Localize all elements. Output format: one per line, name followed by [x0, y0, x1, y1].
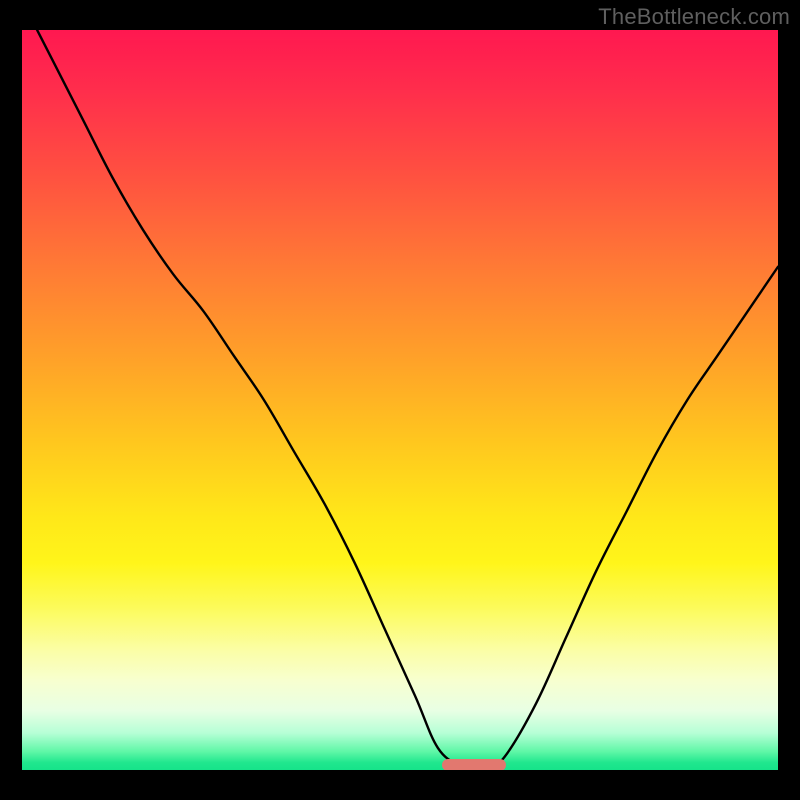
watermark-text: TheBottleneck.com [598, 4, 790, 30]
chart-frame: TheBottleneck.com [0, 0, 800, 800]
plot-area [22, 30, 778, 770]
bottleneck-curve [22, 30, 778, 770]
optimal-range-marker [442, 759, 506, 770]
